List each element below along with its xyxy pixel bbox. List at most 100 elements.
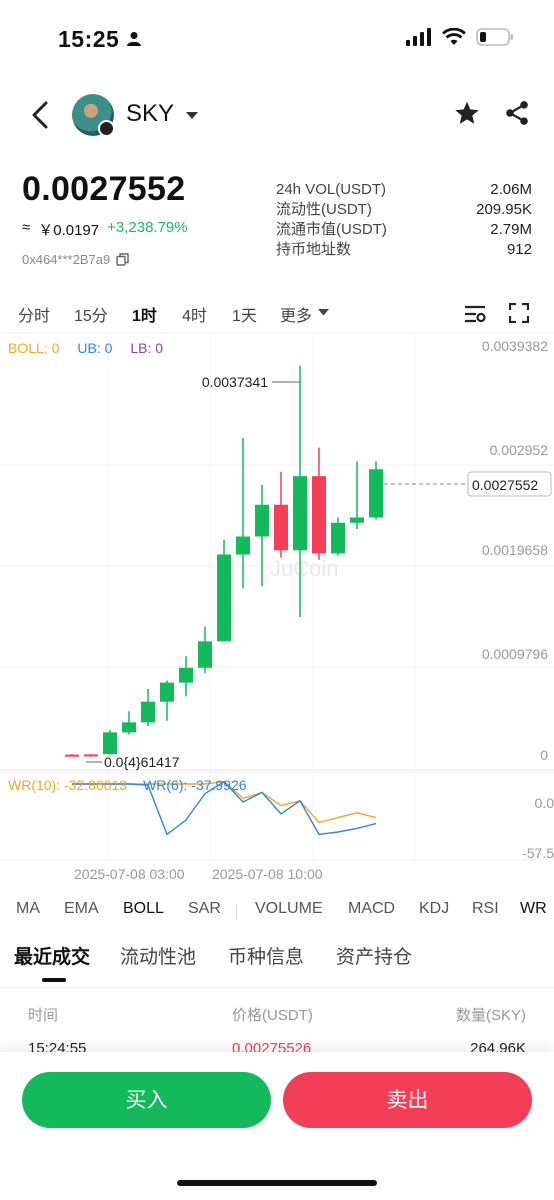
ind-tab-sar[interactable]: SAR <box>188 900 221 918</box>
person-icon <box>127 32 141 46</box>
current-price: 0.0027552 <box>22 170 186 208</box>
trade-table-header: 时间 价格(USDT) 数量(SKY) <box>0 1004 554 1028</box>
x-tick-label: 2025-07-08 10:00 <box>212 866 323 882</box>
chart-grid <box>0 332 554 772</box>
col-price: 价格(USDT) <box>232 1007 313 1024</box>
token-stats: 24h VOL(USDT) 2.06M 流动性(USDT) 209.95K 流通市值… <box>276 180 532 260</box>
candle-body <box>369 469 383 518</box>
wr6-value: WR(6): -37.9926 <box>143 777 247 793</box>
candlestick-svg[interactable]: JuCoin 0.0039382 0.002952 0.0019658 0.00… <box>0 332 554 772</box>
col-time: 时间 <box>28 1007 59 1024</box>
y-tick-label: 0.002952 <box>490 442 549 458</box>
min-marker: 0.0{4}61417 <box>86 754 180 770</box>
indicator-tabs: MA EMA BOLL SAR VOLUME MACD KDJ RSI WR <box>0 892 554 926</box>
stat-row-volume: 24h VOL(USDT) 2.06M <box>276 181 532 198</box>
y-tick-label: 0.0019658 <box>482 542 548 558</box>
candle-body <box>293 476 307 551</box>
star-icon[interactable] <box>454 100 480 126</box>
candle-body <box>331 522 345 554</box>
tab-holdings[interactable]: 资产持仓 <box>336 942 412 969</box>
copy-icon[interactable] <box>116 253 129 266</box>
boll-value: BOLL: 0 <box>8 340 60 356</box>
back-icon[interactable] <box>26 98 56 132</box>
candle-body <box>160 682 174 702</box>
ind-divider <box>236 904 237 920</box>
fullscreen-icon[interactable] <box>509 303 529 323</box>
tf-1d[interactable]: 1天 <box>232 302 257 326</box>
token-name[interactable]: SKY <box>126 100 174 128</box>
header: SKY <box>0 84 554 146</box>
tab-recent-trades[interactable]: 最近成交 <box>14 942 90 969</box>
candlestick-chart[interactable]: JuCoin 0.0039382 0.002952 0.0019658 0.00… <box>0 332 554 772</box>
price-cny: ￥0.0197 <box>38 222 100 239</box>
wr-y-axis: 0.0 -57.5 <box>522 795 554 861</box>
tf-realtime[interactable]: 分时 <box>18 302 50 326</box>
tab-token-info[interactable]: 币种信息 <box>228 942 304 969</box>
ind-tab-boll[interactable]: BOLL <box>123 900 164 918</box>
section-tabs: 最近成交 流动性池 币种信息 资产持仓 <box>0 936 554 988</box>
stat-row-market-cap: 流通市值(USDT) 2.79M <box>276 221 532 238</box>
candle-body <box>217 554 231 642</box>
candle-body <box>122 722 136 733</box>
max-price-label: 0.0037341 <box>202 374 268 390</box>
min-price-label: 0.0{4}61417 <box>104 754 180 770</box>
tf-1h[interactable]: 1时 <box>132 302 157 326</box>
price-sub: ≈ ￥0.0197 +3,238.79% <box>22 219 188 240</box>
sell-button[interactable]: 卖出 <box>283 1072 532 1128</box>
ind-tab-rsi[interactable]: RSI <box>472 900 499 918</box>
tf-4h[interactable]: 4时 <box>182 302 207 326</box>
lb-value: LB: 0 <box>130 340 164 356</box>
boll-legend: BOLL: 0 UB: 0 LB: 0 <box>8 340 163 356</box>
tf-more[interactable]: 更多 <box>280 302 312 326</box>
caret-down-icon[interactable] <box>186 112 198 120</box>
ind-tab-macd[interactable]: MACD <box>348 900 395 918</box>
wr10-value: WR(10): -32.86013 <box>8 777 128 793</box>
wr-legend: WR(10): -32.86013 WR(6): -37.9926 <box>8 777 247 793</box>
ind-tab-ma[interactable]: MA <box>16 900 40 918</box>
status-icons <box>406 28 514 46</box>
price-change: +3,238.79% <box>107 219 188 236</box>
y-tick-label: 0.0009796 <box>482 646 548 662</box>
contract-text: 0x464***2B7a9 <box>22 252 111 267</box>
chart-settings-icon[interactable] <box>464 304 486 324</box>
stat-row-holders: 持币地址数 912 <box>276 241 532 258</box>
share-icon[interactable] <box>504 100 530 126</box>
home-indicator <box>177 1180 377 1186</box>
col-amount: 数量(SKY) <box>455 1007 526 1024</box>
timeframe-bar: 分时 15分 1时 4时 1天 更多 <box>0 298 554 328</box>
signal-icon <box>406 28 431 46</box>
ind-tab-ema[interactable]: EMA <box>64 900 99 918</box>
candle-body <box>179 667 193 683</box>
wifi-icon <box>442 28 466 45</box>
candle-body <box>274 504 288 551</box>
buy-button[interactable]: 买入 <box>22 1072 271 1128</box>
max-marker: 0.0037341 <box>202 374 300 390</box>
x-tick-label: 2025-07-08 03:00 <box>74 866 185 882</box>
tf-15m[interactable]: 15分 <box>74 302 108 326</box>
candle-body <box>236 536 250 555</box>
stat-row-liquidity: 流动性(USDT) 209.95K <box>276 201 532 218</box>
candle-body <box>141 701 155 723</box>
tab-liquidity-pool[interactable]: 流动性池 <box>120 942 196 969</box>
ind-tab-volume[interactable]: VOLUME <box>255 900 323 918</box>
active-tab-underline <box>42 978 66 982</box>
status-time: 15:25 <box>58 26 120 52</box>
watermark-text: JuCoin <box>270 556 338 581</box>
wr-y-tick: 0.0 <box>535 795 554 811</box>
contract-address[interactable]: 0x464***2B7a9 <box>22 252 129 267</box>
current-price-label: 0.0027552 <box>472 477 538 493</box>
tf-more-caret-icon[interactable] <box>318 309 329 316</box>
current-price-marker: 0.0027552 <box>384 471 552 497</box>
y-axis-labels: 0.0039382 0.002952 0.0019658 0.0009796 0 <box>482 338 548 763</box>
approx-symbol: ≈ <box>22 219 31 236</box>
candle-body <box>312 476 326 554</box>
wr-y-tick: -57.5 <box>522 845 554 861</box>
y-tick-label: 0 <box>540 747 548 763</box>
battery-icon <box>476 28 513 46</box>
ub-value: UB: 0 <box>77 340 113 356</box>
ind-tab-kdj[interactable]: KDJ <box>419 900 449 918</box>
candle-body <box>255 504 269 537</box>
x-axis-labels: 2025-07-08 03:00 2025-07-08 10:00 <box>74 866 323 882</box>
chain-badge-icon <box>98 120 115 137</box>
ind-tab-wr[interactable]: WR <box>520 900 547 918</box>
